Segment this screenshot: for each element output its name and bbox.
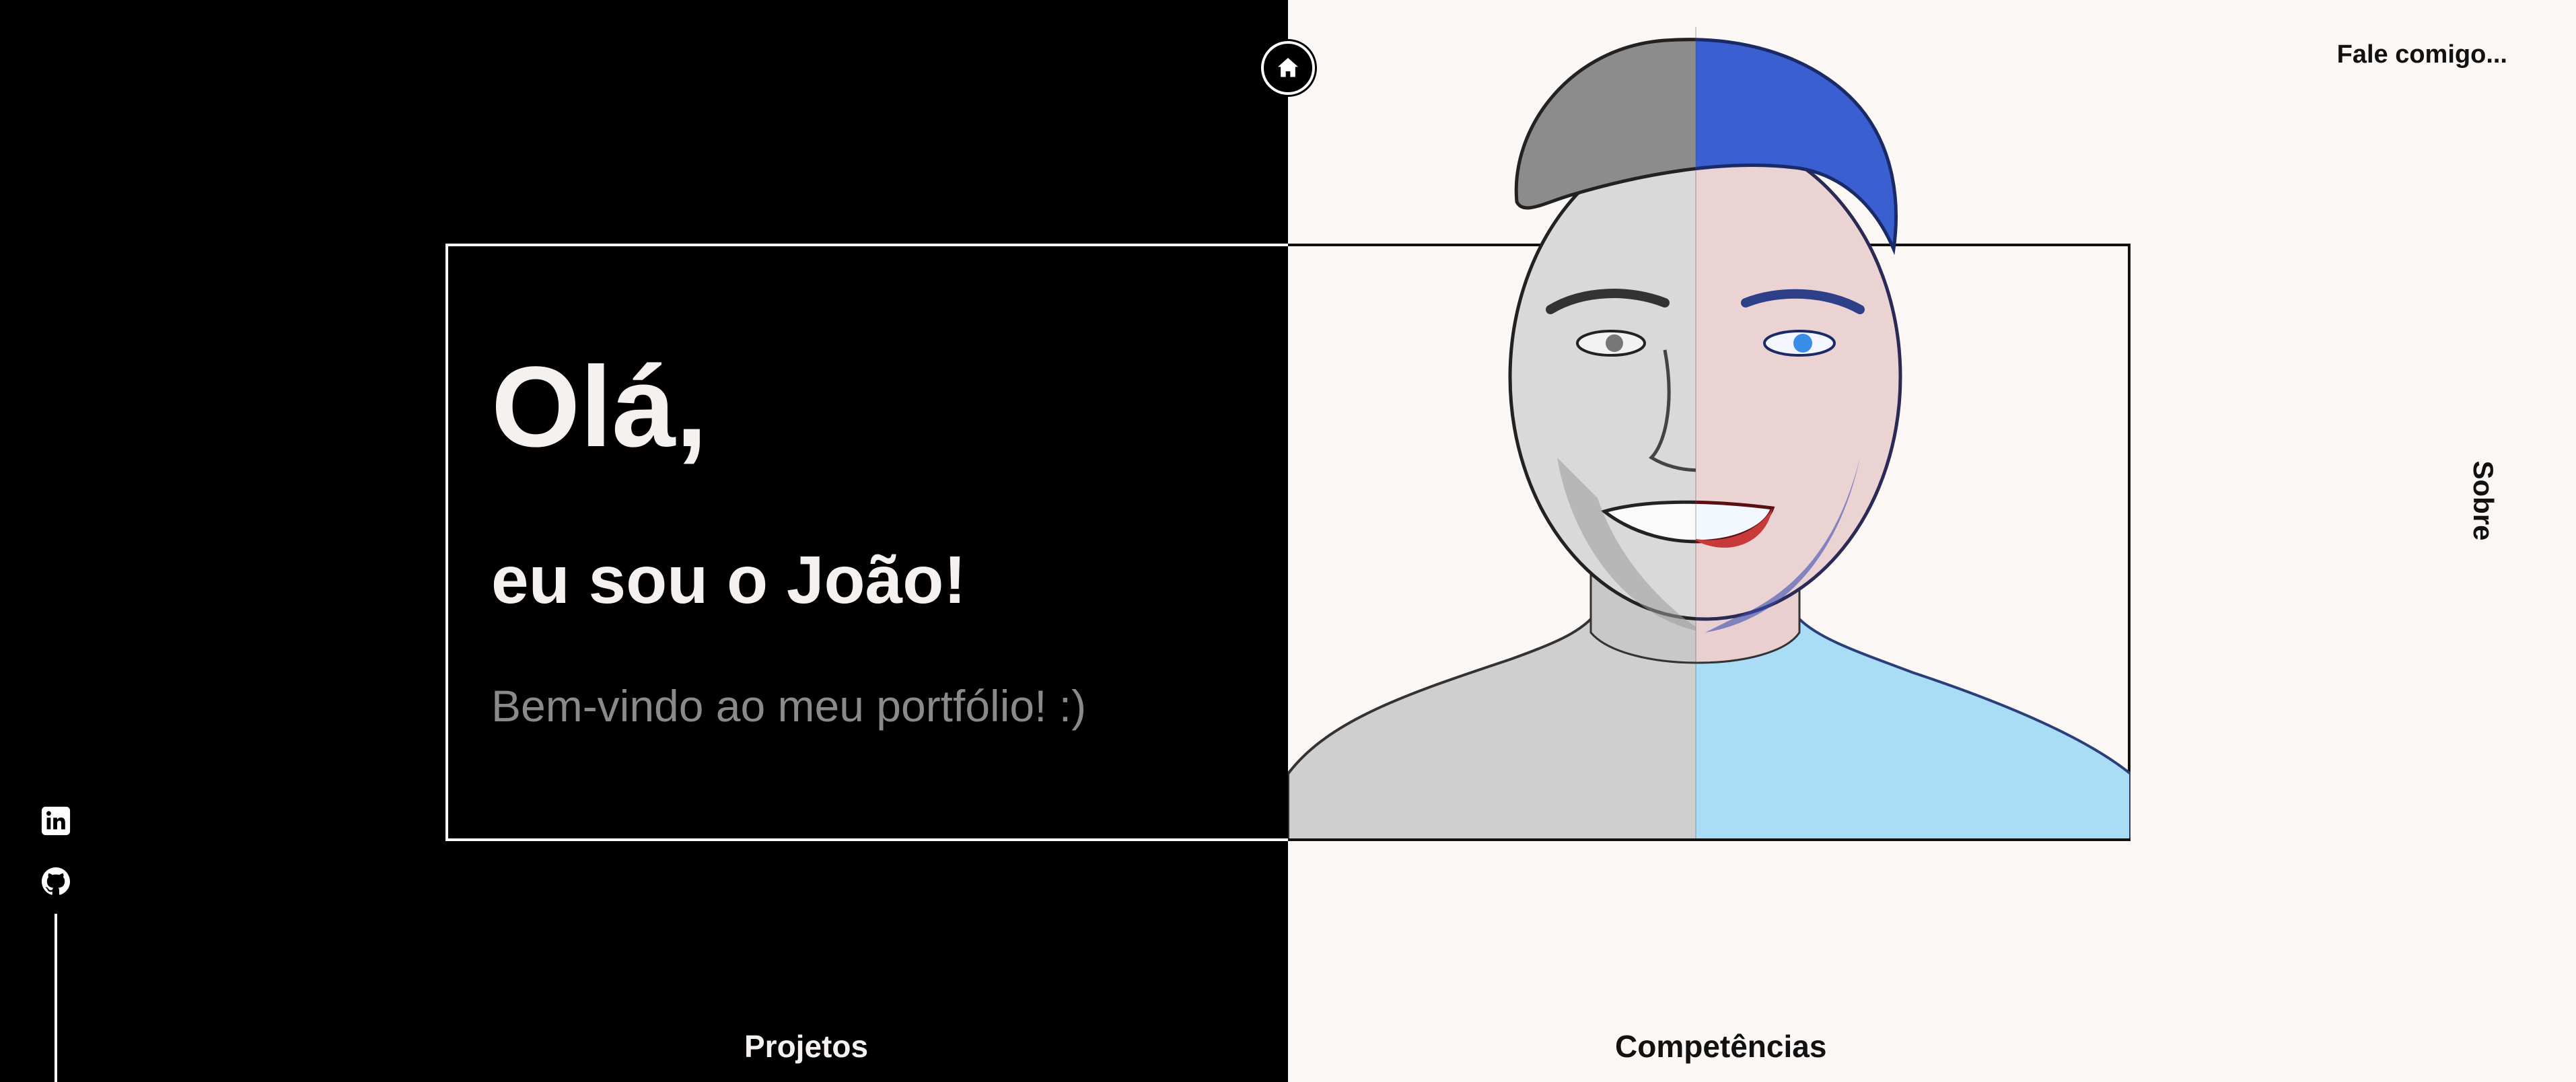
intro-heading: eu sou o João! [491, 542, 966, 618]
linkedin-icon [41, 806, 71, 836]
contact-link[interactable]: Fale comigo... [2337, 40, 2507, 69]
welcome-text: Bem-vindo ao meu portfólio! :) [491, 681, 1087, 731]
github-link[interactable] [39, 865, 73, 898]
social-divider-line [55, 914, 57, 1082]
projects-link[interactable]: Projetos [744, 1028, 868, 1065]
linkedin-link[interactable] [39, 804, 73, 838]
skills-link[interactable]: Competências [1615, 1028, 1826, 1065]
home-button[interactable] [1261, 41, 1315, 95]
about-link[interactable]: Sobre [2467, 460, 2499, 541]
greeting-heading: Olá, [491, 343, 708, 471]
github-icon [42, 867, 70, 895]
portrait-image [1288, 27, 2131, 838]
home-icon [1278, 58, 1298, 77]
